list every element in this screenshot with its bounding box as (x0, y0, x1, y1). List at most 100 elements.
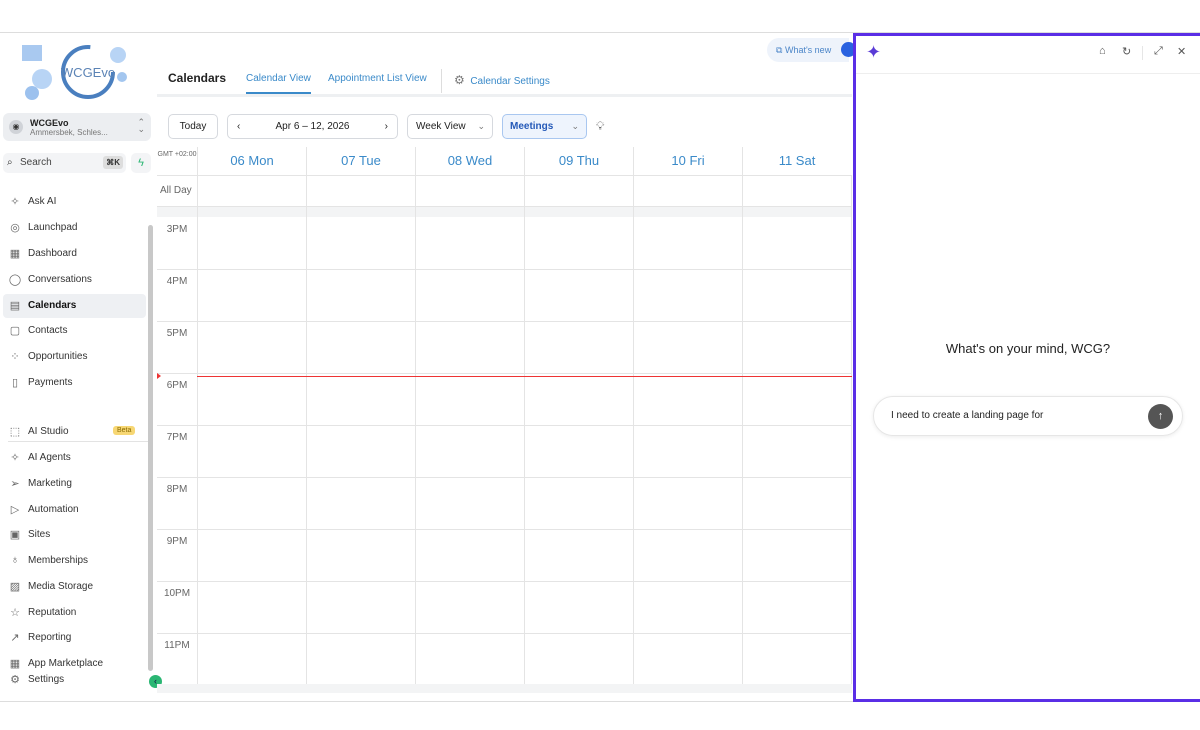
history-icon[interactable]: ↻ (1122, 45, 1131, 58)
gear-icon: ⚙ (10, 674, 20, 686)
hour-line (157, 269, 852, 270)
ai-assistant-panel: ✦ ⌂ ↻ ⤢ ✕ What's on your mind, WCG? I ne… (853, 33, 1200, 702)
all-day-label: All Day (160, 185, 192, 196)
sidebar-item-settings[interactable]: ⚙ Settings (3, 668, 146, 692)
sidebar-item-memberships[interactable]: ♁ Memberships (3, 549, 146, 573)
quick-action-bolt-icon[interactable]: ϟ (131, 153, 151, 173)
chat-icon: ◯ (8, 274, 22, 286)
sidebar-item-ask-ai[interactable]: ✧ Ask AI (3, 190, 146, 214)
tab-calendar-settings[interactable]: ⚙ Calendar Settings (454, 73, 550, 87)
hour-label: 9PM (166, 536, 188, 547)
sidebar-item-calendars[interactable]: ▤ Calendars (3, 294, 146, 318)
rocket-icon: ◎ (10, 222, 20, 234)
hour-label: 5PM (166, 328, 188, 339)
payments-icon: ▯ (11, 377, 19, 389)
day-header[interactable]: 08 Wed (415, 147, 524, 175)
sidebar-item-payments[interactable]: ▯ Payments (3, 371, 146, 395)
lightbulb-icon[interactable]: 💡︎ (596, 119, 604, 134)
ai-prompt-input[interactable]: I need to create a landing page for ↑ (873, 396, 1183, 436)
sidebar-item-contacts[interactable]: ▢ Contacts (3, 319, 146, 343)
hour-label: 8PM (166, 484, 188, 495)
sidebar-item-label: Calendars (28, 300, 77, 311)
tab-calendar-view[interactable]: Calendar View (246, 73, 311, 94)
hour-label: 7PM (166, 432, 188, 443)
current-time-line (197, 376, 852, 377)
sidebar-item-label: AI Studio (28, 426, 69, 437)
sidebar-item-marketing[interactable]: ➢ Marketing (3, 472, 146, 496)
membership-icon: ♁ (10, 554, 20, 566)
hour-line (157, 633, 852, 634)
hour-label: 4PM (166, 276, 188, 287)
sidebar-item-reporting[interactable]: ↗ Reporting (3, 626, 146, 650)
logo: WCGEvo (20, 43, 132, 101)
calendar-select[interactable]: Meetings ⌄ (502, 114, 587, 139)
next-week-button[interactable]: › (385, 115, 388, 138)
hour-label: 10PM (163, 588, 191, 599)
day-header[interactable]: 10 Fri (633, 147, 742, 175)
gear-icon: ⚙ (454, 73, 465, 87)
sidebar-item-media-storage[interactable]: ▨ Media Storage (3, 575, 146, 599)
calendar-icon: ▤ (9, 300, 21, 312)
sidebar-item-sites[interactable]: ▣ Sites (3, 523, 146, 547)
day-header[interactable]: 09 Thu (524, 147, 633, 175)
sidebar-item-opportunities[interactable]: ⁘ Opportunities (3, 345, 146, 369)
grid-line (742, 175, 743, 693)
search-button[interactable]: ⌕ Search ⌘K (3, 153, 126, 173)
view-value: Week View (416, 121, 466, 132)
sidebar-item-ai-agents[interactable]: ✧ AI Agents (3, 446, 146, 470)
sidebar-item-label: Settings (28, 674, 65, 685)
nav-divider (8, 441, 148, 442)
ai-agents-icon: ✧ (10, 452, 20, 464)
sidebar-item-launchpad[interactable]: ◎ Launchpad (3, 216, 146, 240)
view-select[interactable]: Week View ⌄ (407, 114, 493, 139)
send-button[interactable]: ↑ (1148, 404, 1173, 429)
day-header[interactable]: 07 Tue (306, 147, 415, 175)
expand-icon[interactable]: ⤢ (1154, 45, 1163, 58)
sidebar-item-label: Media Storage (28, 581, 94, 592)
sidebar-item-label: Payments (28, 377, 73, 388)
grid-line (415, 175, 416, 693)
previous-week-button[interactable]: ‹ (237, 115, 240, 138)
sidebar-item-label: Sites (28, 529, 51, 540)
chevron-down-icon: ⌄ (477, 121, 485, 131)
hour-line (157, 529, 852, 530)
sidebar-item-automation[interactable]: ▷ Automation (3, 498, 146, 522)
trend-icon: ↗ (10, 632, 20, 644)
today-button[interactable]: Today (168, 114, 218, 139)
hour-line (157, 321, 852, 322)
day-header[interactable]: 06 Mon (197, 147, 306, 175)
sidebar-item-label: Marketing (28, 478, 72, 489)
new-chat-icon[interactable]: ⌂ (1099, 45, 1106, 57)
svg-text:WCGEvo: WCGEvo (61, 65, 115, 80)
hour-label: 3PM (166, 224, 188, 235)
sidebar-item-reputation[interactable]: ☆ Reputation (3, 601, 146, 625)
day-header[interactable]: 11 Sat (742, 147, 851, 175)
timezone-label: GMT +02:00 (157, 151, 197, 158)
user-icon: ◉ (9, 120, 23, 134)
tab-appointment-list-view[interactable]: Appointment List View (328, 73, 427, 84)
hour-line (157, 373, 852, 374)
account-switcher[interactable]: ◉ WCGEvo Ammersbek, Schles... ⌃ ⌄ (3, 113, 151, 141)
sidebar-item-label: Opportunities (28, 351, 88, 362)
ai-greeting: What's on your mind, WCG? (945, 341, 1111, 356)
close-icon[interactable]: ✕ (1177, 45, 1186, 58)
whats-new-button[interactable]: ⧉ What's new (767, 38, 856, 62)
grid-icon: ▦ (9, 248, 21, 260)
account-location: Ammersbek, Schles... (30, 128, 108, 137)
grid-line (306, 175, 307, 693)
sidebar-item-dashboard[interactable]: ▦ Dashboard (3, 242, 146, 266)
prompt-input-value[interactable]: I need to create a landing page for (891, 410, 1043, 421)
tab-divider (441, 69, 442, 93)
image-icon: ▨ (9, 581, 21, 593)
sites-icon: ▣ (9, 529, 21, 541)
sidebar-item-label: AI Agents (28, 452, 71, 463)
sidebar-item-conversations[interactable]: ◯ Conversations (3, 268, 146, 292)
date-range-navigator: Apr 6 – 12, 2026 ‹ › (227, 114, 398, 139)
sidebar-scrollbar[interactable] (148, 225, 153, 671)
search-icon: ⌕ (7, 157, 13, 168)
automation-icon: ▷ (10, 504, 20, 516)
sidebar-item-label: Contacts (28, 325, 68, 336)
panel-header: ✦ ⌂ ↻ ⤢ ✕ (856, 36, 1200, 74)
grid-bottom (157, 684, 852, 693)
top-bar: Calendars Calendar View Appointment List… (157, 33, 856, 97)
